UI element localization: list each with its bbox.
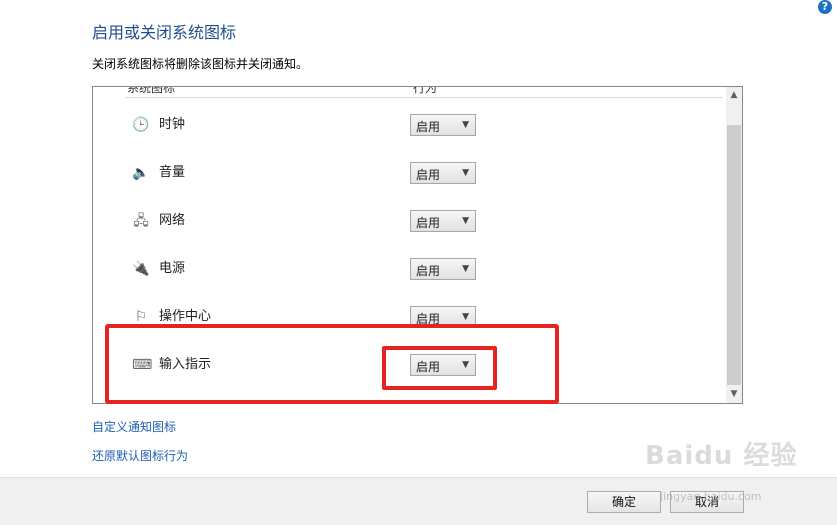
scroll-thumb[interactable] [727, 125, 741, 385]
select-value: 启用 [416, 120, 441, 134]
scroll-down-arrow-icon[interactable]: ▼ [726, 386, 742, 403]
page-title: 启用或关闭系统图标 [92, 23, 237, 42]
select-value: 启用 [416, 264, 441, 278]
row-label: 音量 [159, 165, 186, 180]
row-label: 时钟 [159, 117, 186, 132]
watermark-logo: Baidu 经验 [645, 441, 798, 471]
chevron-down-icon: ▼ [462, 168, 469, 178]
network-icon: 🖧 [133, 213, 149, 229]
page-description: 关闭系统图标将删除该图标并关闭通知。 [92, 57, 309, 71]
customize-notification-icons-link[interactable]: 自定义通知图标 [92, 418, 176, 435]
chevron-down-icon: ▼ [462, 312, 469, 322]
behavior-select-clock[interactable]: 启用 ▼ [410, 114, 476, 136]
row-label: 电源 [159, 261, 186, 276]
list-item: 🔈 音量 启用 ▼ [93, 157, 729, 187]
row-label: 网络 [159, 213, 186, 228]
annotation-highlight-select [382, 346, 497, 390]
column-header-system-icons: 系统图标 [127, 86, 176, 95]
chevron-down-icon: ▼ [462, 264, 469, 274]
behavior-select-network[interactable]: 启用 ▼ [410, 210, 476, 232]
volume-icon: 🔈 [132, 165, 150, 181]
behavior-select-volume[interactable]: 启用 ▼ [410, 162, 476, 184]
column-header-behavior: 行为 [413, 86, 438, 95]
restore-default-behavior-link[interactable]: 还原默认图标行为 [92, 447, 188, 464]
chevron-down-icon: ▼ [462, 120, 469, 130]
watermark-url: jingyan.baidu.com [660, 490, 762, 503]
behavior-select-power[interactable]: 启用 ▼ [410, 258, 476, 280]
list-item: 🕒 时钟 启用 ▼ [93, 109, 729, 139]
chevron-down-icon: ▼ [462, 216, 469, 226]
power-icon: 🔌 [132, 261, 150, 277]
scroll-up-arrow-icon[interactable]: ▲ [726, 87, 742, 104]
row-label: 操作中心 [159, 309, 212, 324]
list-item: 🖧 网络 启用 ▼ [93, 205, 729, 235]
select-value: 启用 [416, 168, 441, 182]
vertical-scrollbar[interactable]: ▲ ▼ [726, 87, 742, 403]
header-divider [125, 97, 723, 98]
select-value: 启用 [416, 216, 441, 230]
list-item: 🔌 电源 启用 ▼ [93, 253, 729, 283]
clock-icon: 🕒 [132, 117, 150, 133]
ok-button[interactable]: 确定 [587, 491, 661, 513]
help-icon[interactable]: ? [818, 0, 832, 14]
